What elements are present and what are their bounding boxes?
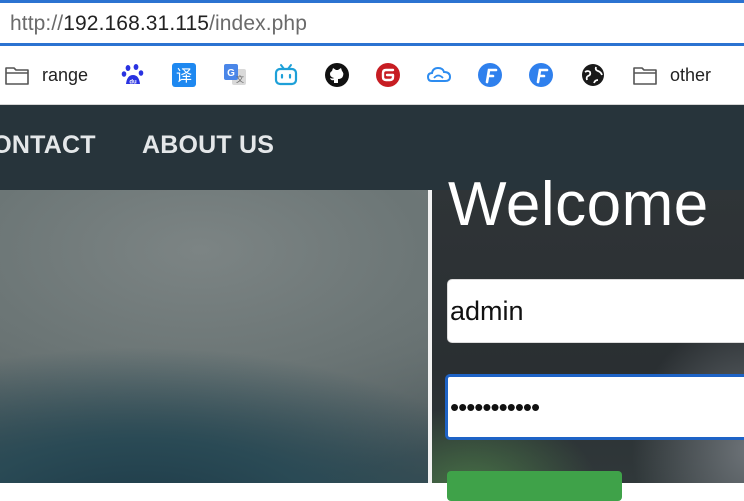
welcome-heading: Welcome [448, 170, 709, 239]
bookmark-translate[interactable]: 译 [171, 46, 197, 104]
bookmark-globe[interactable] [580, 46, 606, 104]
svg-text:文: 文 [236, 74, 244, 84]
bookmark-label: range [42, 64, 89, 85]
bookmark-cloud[interactable] [426, 46, 452, 104]
bookmark-gitee[interactable] [375, 46, 401, 104]
nav-about-link[interactable]: ABOUT US [142, 105, 274, 190]
svg-text:du: du [129, 80, 137, 86]
bookmark-folder-range[interactable]: range [4, 46, 88, 104]
bookmark-google-translate[interactable]: G 文 [222, 46, 248, 104]
f-blue-icon [478, 63, 502, 87]
github-icon [325, 63, 349, 87]
baidu-icon: du [121, 64, 144, 86]
bookmark-f-2[interactable] [528, 46, 554, 104]
bookmark-f-1[interactable] [477, 46, 503, 104]
url-host: 192.168.31.115 [63, 12, 210, 35]
google-translate-icon: G 文 [224, 64, 246, 85]
password-input[interactable] [445, 374, 744, 440]
f-blue-icon [529, 63, 553, 87]
url-scheme: http:// [10, 12, 64, 35]
globe-icon [582, 64, 604, 86]
address-bar[interactable]: http://192.168.31.115/index.php [0, 0, 744, 46]
bookmark-bilibili[interactable] [273, 46, 299, 104]
url-text[interactable]: http://192.168.31.115/index.php [10, 12, 307, 36]
bookmark-label: other [670, 64, 712, 85]
bookmarks-bar: range du 译 G 文 other [0, 46, 744, 105]
bookmark-baidu[interactable]: du [120, 46, 146, 104]
hero-image [0, 190, 428, 483]
nav-contact-link[interactable]: CONTACT [0, 105, 96, 190]
folder-icon [5, 67, 29, 85]
login-button[interactable] [447, 471, 622, 501]
bilibili-icon [274, 64, 298, 86]
svg-text:G: G [227, 68, 235, 79]
folder-icon [633, 67, 657, 85]
cloud-icon [426, 66, 452, 82]
username-input[interactable] [447, 279, 744, 343]
g-red-icon [376, 63, 400, 87]
svg-text:译: 译 [176, 66, 192, 85]
bookmark-github[interactable] [324, 46, 350, 104]
translate-icon: 译 [172, 63, 196, 87]
url-path: /index.php [209, 12, 307, 35]
bookmark-folder-other[interactable]: other [632, 46, 711, 104]
